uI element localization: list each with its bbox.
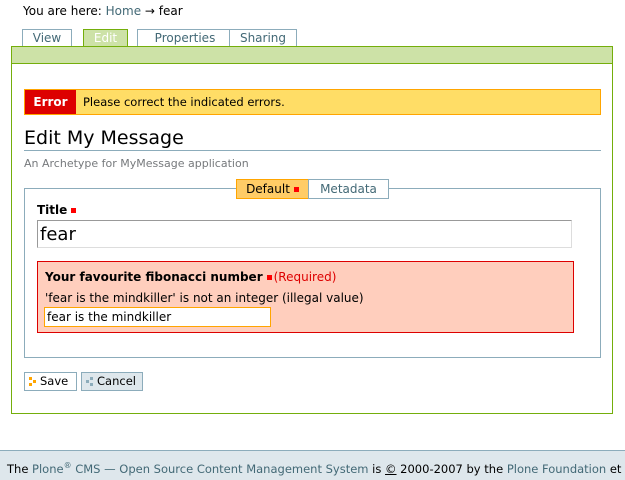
error-message: Error Please correct the indicated error…	[24, 89, 601, 115]
breadcrumb-home-link[interactable]: Home	[106, 4, 141, 18]
title-input[interactable]	[37, 220, 572, 248]
footer-registered-mark: ®	[63, 461, 72, 471]
footer-et: et	[609, 462, 622, 476]
tab-default[interactable]: Default	[236, 179, 309, 199]
tab-metadata[interactable]: Metadata	[308, 179, 389, 199]
cancel-icon	[86, 377, 93, 386]
footer-is: is	[372, 462, 382, 476]
required-icon	[71, 208, 77, 213]
fibonacci-input[interactable]	[44, 307, 271, 327]
fibonacci-error-message: 'fear is the mindkiller' is not an integ…	[45, 291, 364, 305]
content-actions-bar	[12, 46, 612, 64]
footer-cms-link[interactable]: CMS — Open Source Content Management Sys…	[75, 462, 368, 476]
tab-sharing[interactable]: Sharing	[229, 29, 297, 46]
footer-plone-text: Plone	[32, 462, 64, 476]
save-button-label: Save	[40, 374, 69, 388]
required-icon	[266, 275, 272, 280]
footer-plone-link[interactable]: Plone®	[32, 462, 72, 476]
save-button[interactable]: Save	[24, 372, 77, 391]
footer: The Plone® CMS — Open Source Content Man…	[0, 451, 625, 480]
cancel-button-label: Cancel	[97, 374, 136, 388]
save-icon	[29, 377, 36, 386]
page-title: Edit My Message	[24, 126, 601, 151]
breadcrumb: You are here: Home → fear	[23, 4, 183, 18]
fibonacci-field-label: Your favourite fibonacci number (Required…	[45, 270, 336, 284]
cancel-button[interactable]: Cancel	[81, 372, 143, 391]
title-field-label: Title	[37, 203, 77, 217]
footer-years: 2000-2007 by the	[400, 462, 504, 476]
tab-view[interactable]: View	[22, 29, 72, 46]
breadcrumb-prefix: You are here:	[23, 4, 102, 18]
title-label-text: Title	[37, 203, 68, 217]
footer-copyright-symbol: ©	[385, 462, 397, 476]
footer-foundation-link[interactable]: Plone Foundation	[507, 462, 606, 476]
tab-default-label: Default	[246, 182, 290, 196]
tab-properties[interactable]: Properties	[137, 29, 233, 46]
breadcrumb-arrow: →	[144, 4, 155, 18]
footer-the: The	[7, 462, 29, 476]
tab-edit[interactable]: Edit	[83, 29, 128, 47]
breadcrumb-current: fear	[158, 4, 183, 18]
required-text: (Required)	[273, 270, 337, 284]
fibonacci-label-text: Your favourite fibonacci number	[45, 270, 263, 284]
fibonacci-field-error-box: Your favourite fibonacci number (Required…	[37, 261, 574, 333]
error-label: Error	[25, 90, 76, 114]
required-icon	[293, 187, 299, 192]
error-text: Please correct the indicated errors.	[83, 95, 285, 109]
page-description: An Archetype for MyMessage application	[24, 157, 249, 170]
